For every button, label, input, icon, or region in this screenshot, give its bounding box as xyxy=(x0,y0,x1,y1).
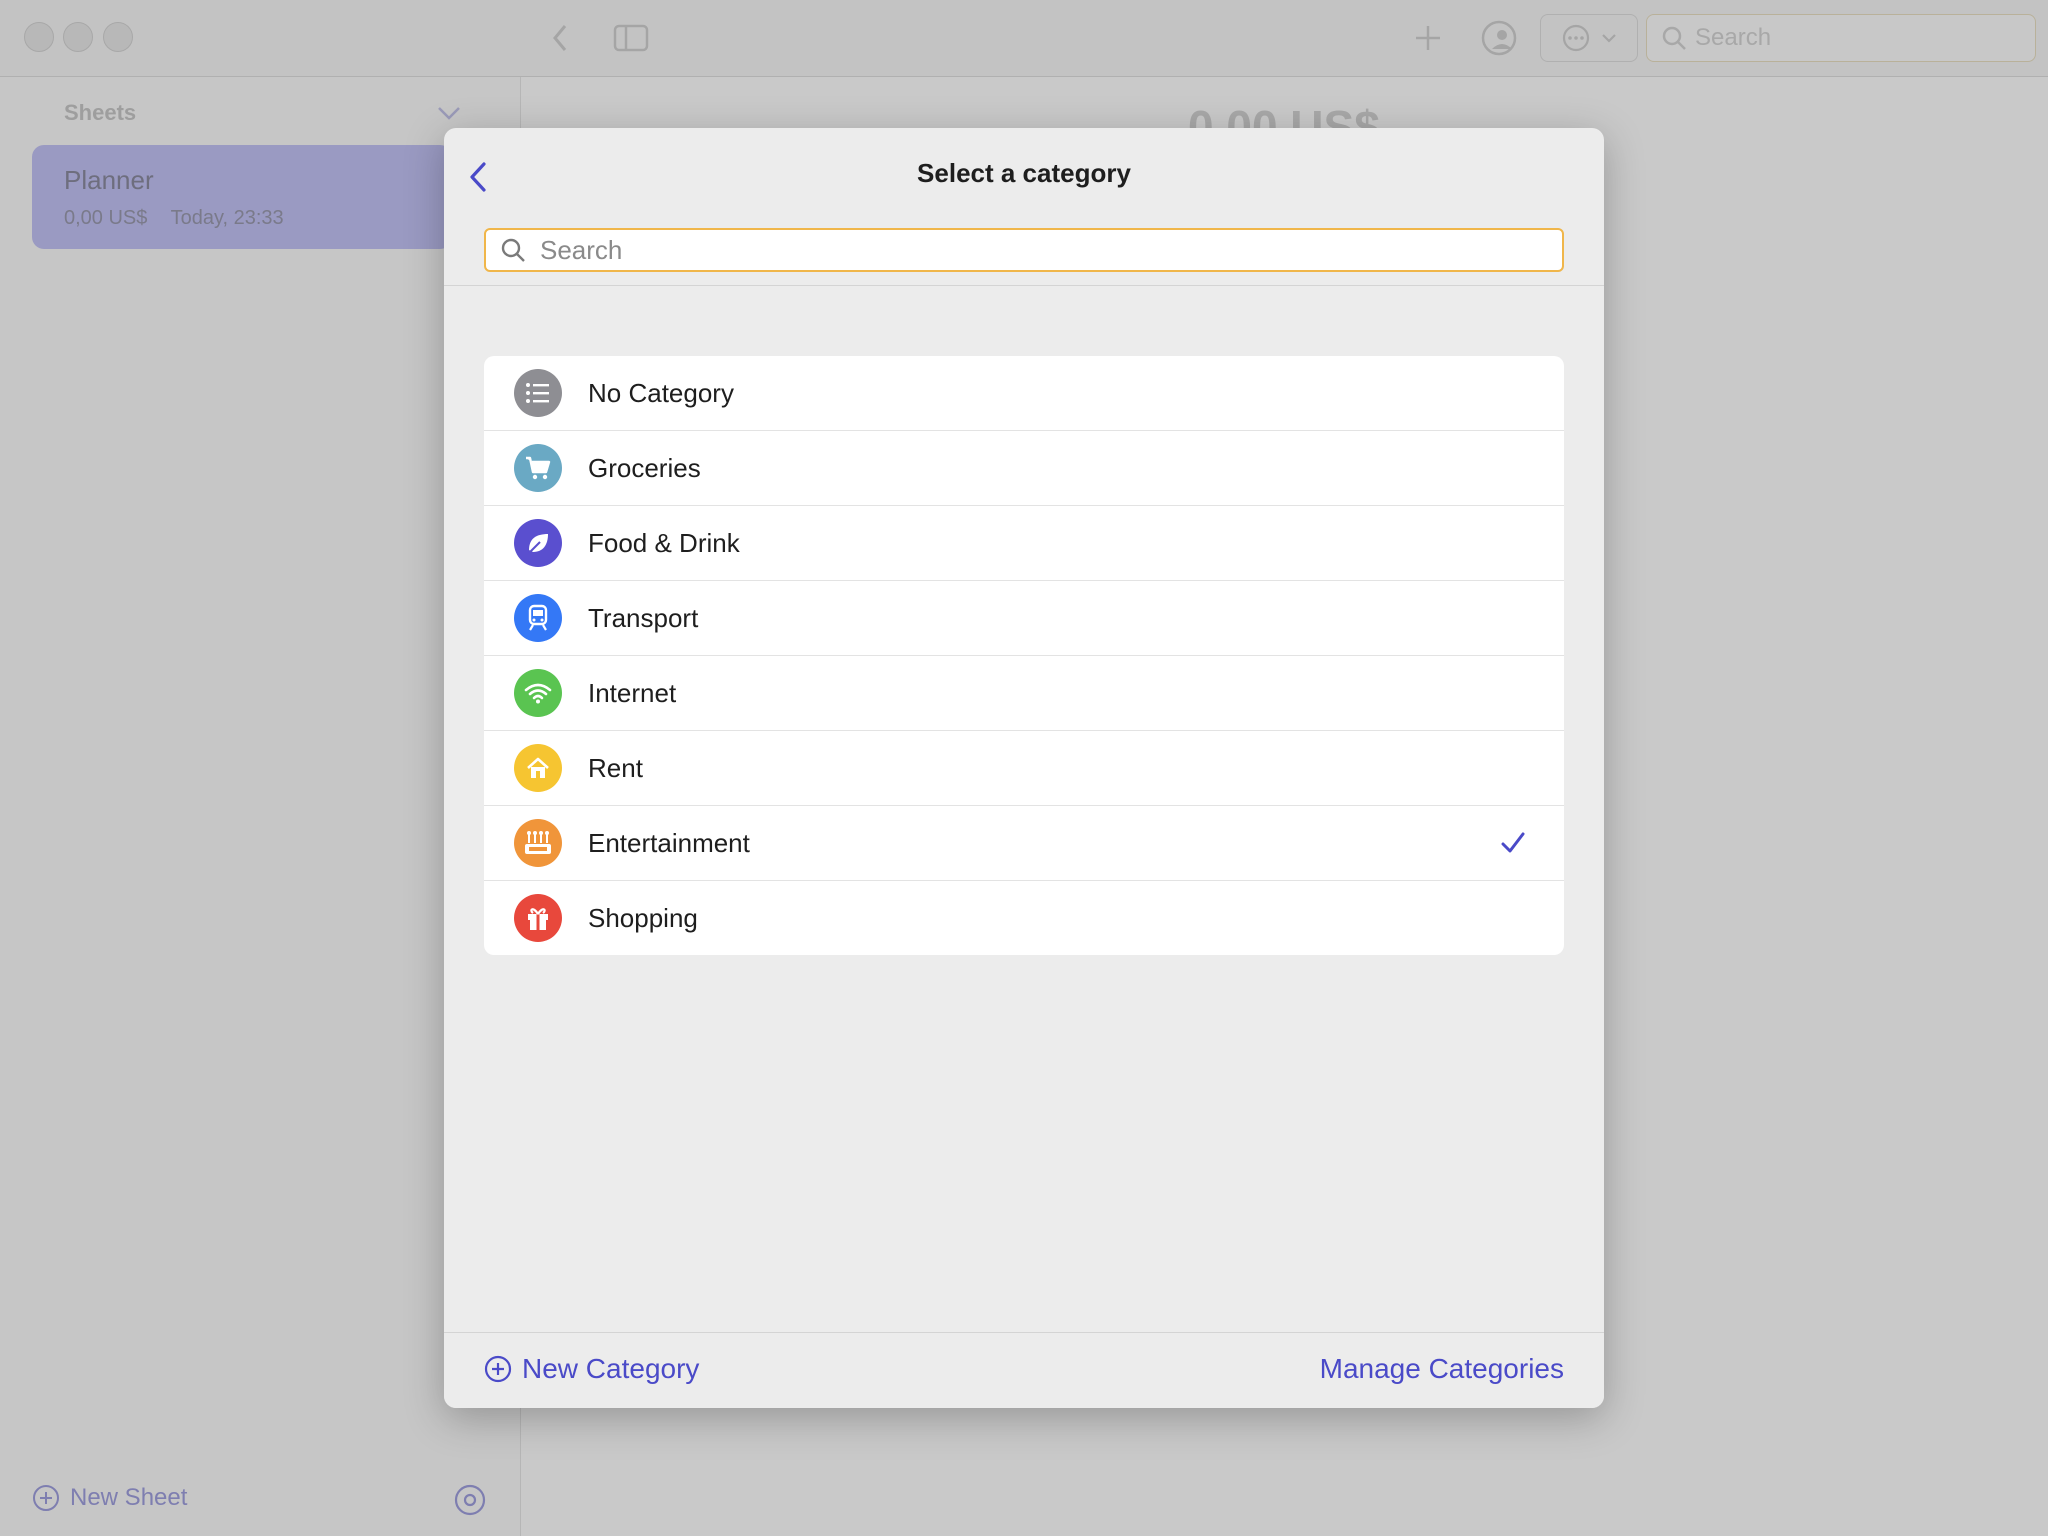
arcade-icon xyxy=(514,819,562,867)
category-label: Internet xyxy=(588,677,677,708)
sheets-section-header: Sheets xyxy=(64,100,137,125)
modal-footer: New Category Manage Categories xyxy=(444,1332,1604,1408)
more-menu-button[interactable] xyxy=(1540,14,1638,62)
train-icon xyxy=(514,594,562,642)
sidebar-icon xyxy=(613,24,649,52)
title-bar: Search xyxy=(0,0,2048,77)
modal-header: Select a category xyxy=(444,128,1604,286)
sheet-amount: 0,00 US$ xyxy=(64,207,148,229)
category-row-no-category[interactable]: No Category xyxy=(484,356,1564,431)
plus-circle-icon xyxy=(484,1355,512,1383)
category-search-input[interactable] xyxy=(538,233,1551,267)
category-label: Shopping xyxy=(588,902,698,933)
zoom-window-button[interactable] xyxy=(103,22,133,52)
minimize-window-button[interactable] xyxy=(63,22,93,52)
close-window-button[interactable] xyxy=(24,22,54,52)
sheet-total: 0,00 US$ xyxy=(1188,101,1380,130)
sheet-subtitle: 0,00 US$ Today, 23:33 xyxy=(64,207,302,230)
category-row-rent[interactable]: Rent xyxy=(484,731,1564,806)
category-label: Transport xyxy=(588,602,699,633)
share-button[interactable] xyxy=(1464,0,1534,76)
settings-icon[interactable] xyxy=(452,1482,488,1518)
new-category-button[interactable]: New Category xyxy=(484,1353,699,1385)
category-label: Entertainment xyxy=(588,827,750,858)
ellipsis-circle-icon xyxy=(1562,24,1590,52)
wifi-icon xyxy=(514,669,562,717)
person-circle-icon xyxy=(1481,20,1517,56)
sheet-timestamp: Today, 23:33 xyxy=(170,207,284,229)
chevron-down-icon xyxy=(1602,34,1616,43)
add-button[interactable] xyxy=(1394,0,1462,76)
category-row-food-drink[interactable]: Food & Drink xyxy=(484,506,1564,581)
category-search-field[interactable] xyxy=(484,228,1564,272)
toolbar-search-field[interactable]: Search xyxy=(1646,14,2036,62)
chevron-left-icon xyxy=(553,25,567,51)
search-icon xyxy=(501,238,525,262)
modal-title: Select a category xyxy=(917,158,1131,188)
search-icon xyxy=(1662,26,1686,50)
toolbar-search-placeholder: Search xyxy=(1695,24,1772,51)
category-label: Groceries xyxy=(588,452,701,483)
category-list: No Category Groceries Food & Drink Trans… xyxy=(484,356,1564,955)
leaf-icon xyxy=(514,519,562,567)
new-category-label: New Category xyxy=(522,1353,700,1384)
new-sheet-label: New Sheet xyxy=(70,1484,188,1511)
sheet-title: Planner xyxy=(64,165,154,195)
category-row-shopping[interactable]: Shopping xyxy=(484,881,1564,955)
new-sheet-button[interactable]: New Sheet xyxy=(32,1484,187,1512)
toggle-sidebar-button[interactable] xyxy=(592,0,670,76)
sheet-item-planner[interactable]: Planner 0,00 US$ Today, 23:33 xyxy=(32,145,452,249)
list-icon xyxy=(514,369,562,417)
category-row-entertainment[interactable]: Entertainment xyxy=(484,806,1564,881)
category-label: No Category xyxy=(588,377,734,408)
category-row-internet[interactable]: Internet xyxy=(484,656,1564,731)
select-category-modal: Select a category No Category Groceries … xyxy=(444,128,1604,1408)
category-label: Rent xyxy=(588,752,643,783)
plus-icon xyxy=(1416,26,1440,50)
plus-circle-icon xyxy=(33,1485,59,1511)
category-row-groceries[interactable]: Groceries xyxy=(484,431,1564,506)
chevron-down-icon[interactable] xyxy=(436,104,462,122)
house-icon xyxy=(514,744,562,792)
sidebar xyxy=(0,77,521,1536)
checkmark-icon xyxy=(1501,832,1525,853)
manage-categories-button[interactable]: Manage Categories xyxy=(1320,1353,1564,1385)
category-row-transport[interactable]: Transport xyxy=(484,581,1564,656)
category-label: Food & Drink xyxy=(588,527,740,558)
gift-icon xyxy=(514,894,562,942)
cart-icon xyxy=(514,444,562,492)
back-nav-button[interactable] xyxy=(530,0,590,76)
